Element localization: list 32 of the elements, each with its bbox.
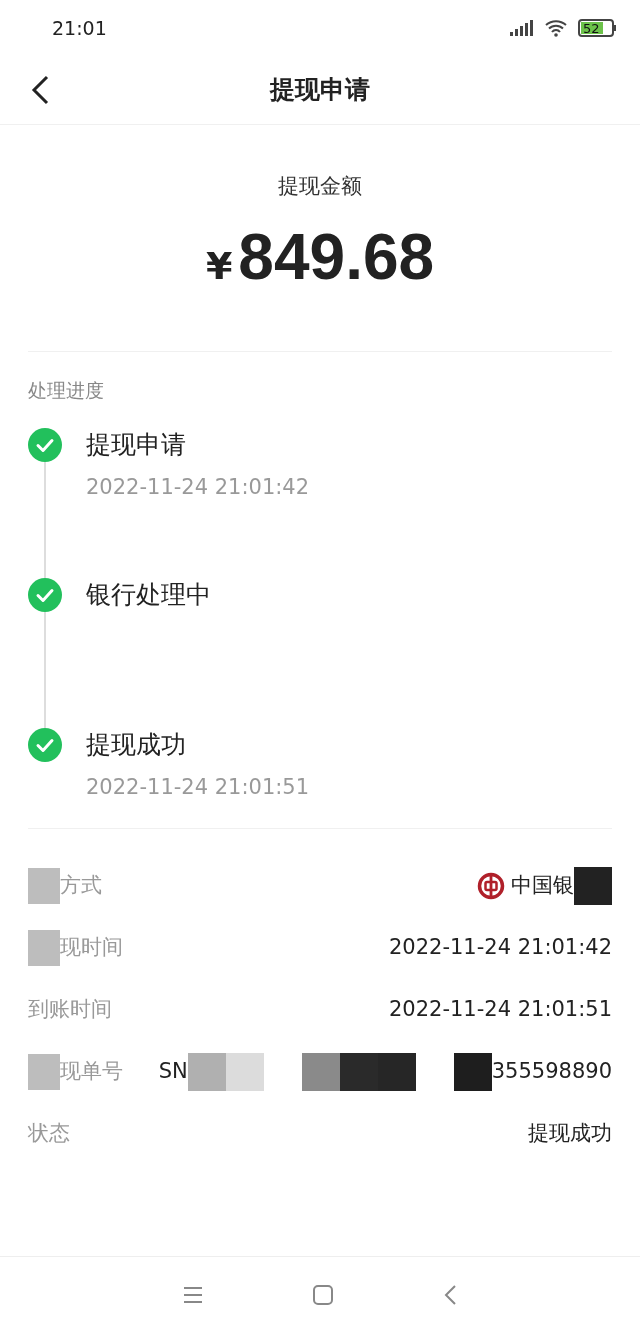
status-time: 21:01 bbox=[52, 15, 107, 41]
wifi-icon bbox=[544, 19, 568, 37]
check-icon bbox=[28, 428, 62, 462]
section-title: 处理进度 bbox=[28, 378, 104, 401]
step-title: 提现申请 bbox=[86, 429, 187, 461]
detail-label: 方式 bbox=[60, 871, 102, 899]
currency-symbol: ¥ bbox=[205, 242, 233, 290]
menu-icon[interactable] bbox=[183, 1285, 203, 1304]
step-time: 2022-11-24 21:01:42 bbox=[86, 474, 310, 501]
home-icon[interactable] bbox=[313, 1284, 333, 1305]
amount-value: 849.68 bbox=[238, 220, 435, 293]
detail-label: 现时间 bbox=[60, 933, 123, 961]
detail-label: 现单号 bbox=[60, 1057, 123, 1085]
page-title: 提现申请 bbox=[270, 74, 370, 107]
check-icon bbox=[28, 578, 62, 612]
detail-value: SN bbox=[158, 1057, 188, 1085]
detail-value: 中国银 bbox=[511, 871, 574, 899]
detail-value: 提现成功 bbox=[528, 1119, 612, 1147]
detail-label: 状态 bbox=[28, 1119, 70, 1147]
battery-level: 52 bbox=[581, 22, 603, 34]
amount-label: 提现金额 bbox=[278, 173, 362, 200]
detail-label: 到账时间 bbox=[28, 995, 112, 1023]
back-icon[interactable] bbox=[443, 1284, 457, 1305]
step-time: 2022-11-24 21:01:51 bbox=[86, 774, 310, 801]
detail-value: 355598890 bbox=[491, 1057, 612, 1085]
check-icon bbox=[28, 728, 62, 762]
step-title: 提现成功 bbox=[86, 729, 187, 761]
signal-icon bbox=[510, 20, 534, 36]
step-title: 银行处理中 bbox=[86, 579, 211, 611]
detail-value: 2022-11-24 21:01:51 bbox=[388, 995, 612, 1023]
detail-value: 2022-11-24 21:01:42 bbox=[388, 933, 612, 961]
bank-logo-icon bbox=[477, 871, 505, 900]
